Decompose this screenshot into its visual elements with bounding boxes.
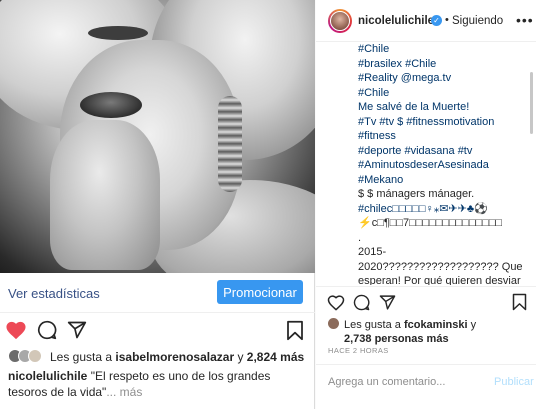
comment-line[interactable]: #chilec□□□□□♀⁎✉✈✈♣⚽	[358, 202, 526, 217]
likes-summary[interactable]: Les gusta a isabelmorenosalazar y 2,824 …	[8, 349, 304, 365]
comment-line[interactable]: #Reality @mega.tv	[358, 71, 526, 86]
avatar	[28, 349, 42, 363]
likes-count[interactable]: 2,824 más	[247, 350, 304, 364]
photo-earring	[218, 96, 242, 192]
add-comment-bar: Agrega un comentario... Publicar	[316, 364, 536, 409]
photo-eye	[88, 26, 148, 40]
avatar[interactable]	[328, 9, 352, 33]
bookmark-icon[interactable]	[286, 320, 304, 341]
liker-username[interactable]: fcokaminski	[404, 319, 468, 331]
verified-icon: ✓	[431, 15, 442, 26]
comment-line[interactable]: Me salvé de la Muerte!	[358, 100, 526, 115]
caption-comment: #Chile #brasilex #Chile #Reality @mega.tv #…	[358, 42, 526, 285]
caption-more-link[interactable]: ... más	[106, 385, 142, 399]
bookmark-icon[interactable]	[512, 293, 527, 311]
instagram-post-view: Ver estadísticas Promocionar Les gusta a…	[0, 0, 536, 409]
likes-and: y	[467, 319, 477, 331]
likes-prefix: Les gusta a	[344, 319, 404, 331]
detail-actions	[316, 286, 536, 316]
post-detail-panel: nicolelulichile ✓ • Siguiendo ••• #Chile…	[316, 0, 536, 409]
likes-count[interactable]: 2,738 personas más	[344, 333, 449, 345]
heart-icon[interactable]	[327, 294, 345, 311]
comment-icon[interactable]	[37, 320, 57, 340]
photo-lips	[80, 92, 142, 118]
comment-line: 2015-2020??????????????????? Que esperan…	[358, 246, 523, 285]
comment-line[interactable]: #AminutosdeserAsesinada #Mekano	[358, 158, 526, 187]
header-separator: •	[445, 14, 449, 26]
caption-username[interactable]: nicolelulichile	[8, 369, 87, 383]
post-timestamp: HACE 2 HORAS	[328, 346, 389, 355]
likes-text: Les gusta a fcokaminski y 2,738 personas …	[344, 318, 534, 346]
publish-button[interactable]: Publicar	[494, 376, 534, 388]
comment-line[interactable]: #brasilex #Chile	[358, 57, 526, 72]
share-icon[interactable]	[67, 320, 87, 340]
heart-icon[interactable]	[5, 320, 27, 340]
liker-username[interactable]: isabelmorenosalazar	[115, 350, 234, 364]
post-caption: nicolelulichile "El respeto es uno de lo…	[8, 368, 308, 400]
view-insights-link[interactable]: Ver estadísticas	[8, 286, 100, 301]
header-username[interactable]: nicolelulichile	[358, 15, 434, 27]
comment-line: .	[358, 231, 362, 244]
share-icon[interactable]	[379, 294, 396, 311]
post-actions	[0, 316, 315, 344]
post-header: nicolelulichile ✓ • Siguiendo •••	[316, 0, 536, 42]
avatar	[328, 318, 339, 329]
comment-line: $ $ mánagers mánager.	[358, 188, 475, 200]
post-photo[interactable]	[0, 0, 315, 273]
comment-line[interactable]: #Chile	[358, 42, 526, 57]
likes-and: y	[234, 350, 247, 364]
likes-prefix: Les gusta a	[50, 350, 116, 364]
promote-button[interactable]: Promocionar	[217, 280, 303, 304]
comment-line: ⚡c□¶□□7□□□□□□□□□□□□□□	[358, 217, 503, 229]
more-options-icon[interactable]: •••	[516, 12, 534, 28]
comment-icon[interactable]	[353, 294, 370, 311]
following-button[interactable]: Siguiendo	[452, 15, 503, 27]
comment-input[interactable]: Agrega un comentario...	[328, 376, 445, 388]
liker-avatars	[8, 349, 44, 365]
photo-hand	[50, 120, 160, 270]
likes-text: Les gusta a isabelmorenosalazar y 2,824 …	[50, 350, 304, 364]
comment-line[interactable]: #deporte #vidasana #tv	[358, 144, 526, 159]
avatar-image	[330, 11, 350, 31]
comment-line[interactable]: #Chile	[358, 86, 526, 101]
comment-line[interactable]: #Tv #tv $ #fitnessmotivation #fitness	[358, 115, 526, 144]
comments-scrollbar[interactable]	[530, 72, 533, 134]
post-card: Ver estadísticas Promocionar Les gusta a…	[0, 0, 315, 409]
